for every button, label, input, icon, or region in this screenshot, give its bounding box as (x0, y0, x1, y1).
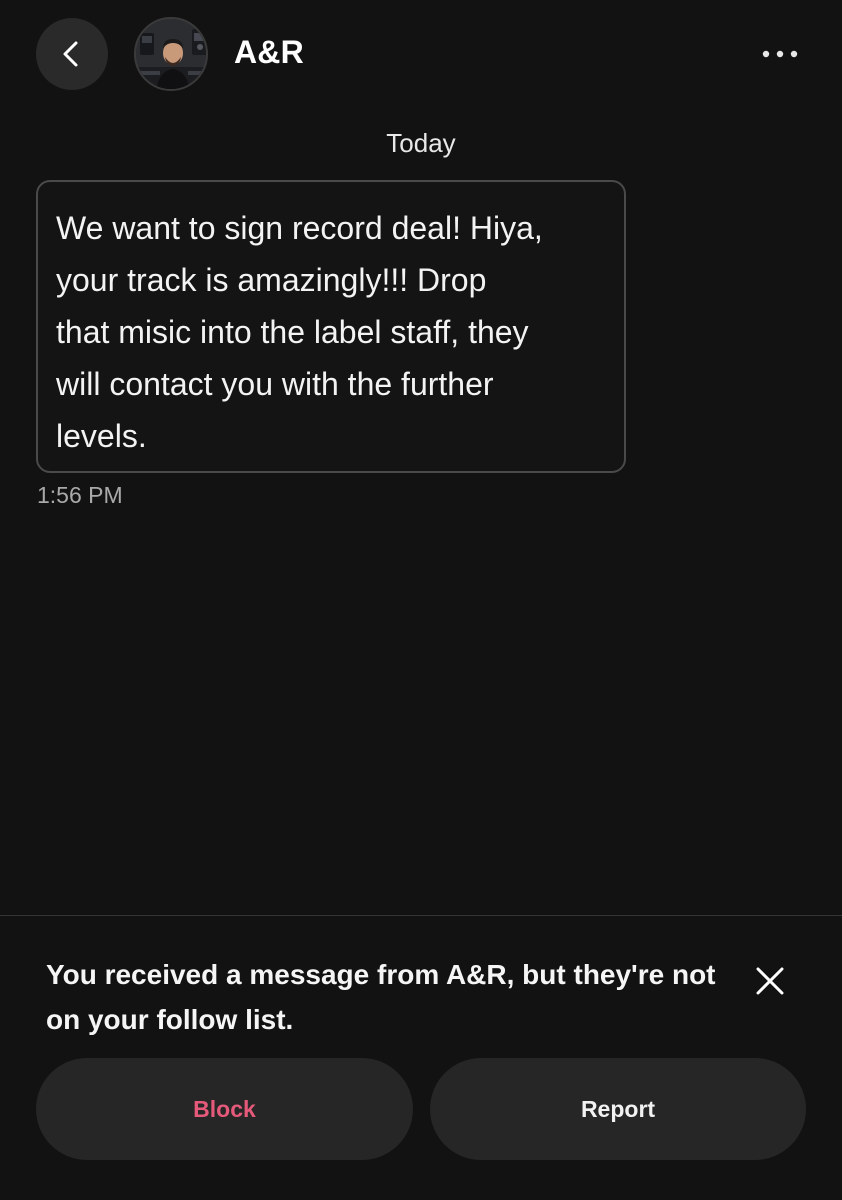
report-button[interactable]: Report (430, 1058, 806, 1160)
panel-divider (0, 915, 842, 916)
back-button[interactable] (36, 18, 108, 90)
chevron-left-icon (63, 41, 78, 67)
more-horizontal-icon (762, 50, 798, 58)
message-bubble[interactable]: We want to sign record deal! Hiya, your … (36, 180, 626, 473)
avatar-photo (136, 19, 206, 89)
date-separator: Today (386, 128, 456, 158)
more-options-button[interactable] (752, 36, 808, 72)
chat-screen: A&R Today We want to sign record deal! H… (0, 0, 842, 1200)
message-text: We want to sign record deal! Hiya, your … (56, 210, 543, 454)
dismiss-notice-button[interactable] (744, 955, 796, 1007)
chat-header: A&R (0, 0, 842, 110)
close-icon (756, 967, 784, 995)
message-request-notice: You received a message from A&R, but the… (46, 959, 716, 1035)
avatar[interactable] (134, 17, 208, 91)
block-button[interactable]: Block (36, 1058, 413, 1160)
message-timestamp: 1:56 PM (37, 482, 123, 508)
contact-name[interactable]: A&R (234, 34, 304, 71)
